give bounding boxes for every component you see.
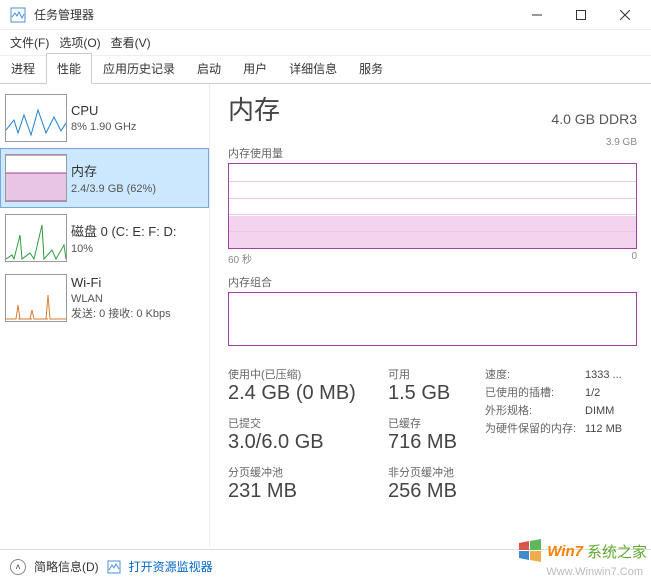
stat-label: 可用: [388, 366, 483, 382]
stat-label: 已提交: [228, 415, 388, 431]
stat-label: 已缓存: [388, 415, 483, 431]
tab-性能[interactable]: 性能: [46, 53, 92, 84]
sidebar-item-CPU[interactable]: CPU 8% 1.90 GHz: [0, 88, 209, 148]
memory-spec: 4.0 GB DDR3: [551, 111, 637, 127]
sidebar-item-title: 内存: [71, 161, 156, 180]
memory-composition-chart: [228, 292, 637, 346]
sidebar-item-sub: 2.4/3.9 GB (62%): [71, 183, 156, 195]
page-title: 内存: [228, 90, 280, 127]
sidebar-item-title: CPU: [71, 103, 136, 118]
sidebar-item-sub: 10%: [71, 243, 176, 255]
sidebar-item-sub2: 发送: 0 接收: 0 Kbps: [71, 305, 171, 321]
axis-left: 60 秒: [228, 251, 252, 266]
menu-view[interactable]: 查看(V): [111, 34, 151, 51]
memory-usage-chart: [228, 163, 637, 249]
minimize-button[interactable]: [515, 1, 559, 29]
stat-label: 非分页缓冲池: [388, 464, 483, 480]
usage-max: 3.9 GB: [606, 137, 637, 161]
sidebar-item-sub: WLAN: [71, 293, 171, 305]
kv-val: DIMM: [585, 402, 614, 420]
tab-进程[interactable]: 进程: [0, 53, 46, 83]
stat-label: 分页缓冲池: [228, 464, 388, 480]
close-button[interactable]: [603, 1, 647, 29]
kv-key: 速度:: [485, 366, 585, 384]
kv-key: 为硬件保留的内存:: [485, 420, 585, 438]
thumb-chart: [5, 154, 67, 202]
menu-options[interactable]: 选项(O): [59, 34, 100, 51]
kv-val: 1/2: [585, 384, 600, 402]
kv-key: 已使用的插槽:: [485, 384, 585, 402]
chevron-up-icon[interactable]: ˄: [10, 559, 26, 575]
watermark: Win7系统之家: [517, 539, 647, 563]
tab-详细信息[interactable]: 详细信息: [278, 53, 348, 83]
kv-key: 外形规格:: [485, 402, 585, 420]
composition-label: 内存组合: [228, 274, 637, 290]
stat-label: 使用中(已压缩): [228, 366, 388, 382]
thumb-chart: [5, 94, 67, 142]
axis-right: 0: [631, 251, 637, 266]
maximize-button[interactable]: [559, 1, 603, 29]
tab-启动[interactable]: 启动: [186, 53, 232, 83]
app-icon: [10, 7, 26, 23]
brief-info-button[interactable]: 简略信息(D): [34, 558, 99, 575]
open-resource-monitor-link[interactable]: 打开资源监视器: [129, 558, 213, 575]
kv-val: 112 MB: [585, 420, 622, 438]
tab-用户[interactable]: 用户: [232, 53, 278, 83]
tab-服务[interactable]: 服务: [348, 53, 394, 83]
stat-value: 231 MB: [228, 480, 388, 503]
sidebar-item-内存[interactable]: 内存 2.4/3.9 GB (62%): [0, 148, 209, 208]
sidebar-item-磁盘 0 (C: E: F: D:[interactable]: 磁盘 0 (C: E: F: D:10%: [0, 208, 209, 268]
sidebar-item-Wi-Fi[interactable]: Wi-Fi WLAN发送: 0 接收: 0 Kbps: [0, 268, 209, 328]
sidebar-item-title: 磁盘 0 (C: E: F: D:: [71, 221, 176, 240]
stat-value: 716 MB: [388, 431, 483, 454]
resource-monitor-icon: [107, 560, 121, 574]
sidebar-item-sub: 8% 1.90 GHz: [71, 121, 136, 133]
window-title: 任务管理器: [34, 6, 94, 23]
stat-value: 256 MB: [388, 480, 483, 503]
menu-file[interactable]: 文件(F): [10, 34, 49, 51]
kv-val: 1333 ...: [585, 366, 622, 384]
thumb-chart: [5, 274, 67, 322]
stat-value: 1.5 GB: [388, 382, 483, 405]
watermark-url: Www.Winwin7.Com: [546, 566, 643, 578]
usage-label: 内存使用量: [228, 145, 283, 161]
tab-应用历史记录[interactable]: 应用历史记录: [92, 53, 186, 83]
stat-value: 2.4 GB (0 MB): [228, 382, 388, 405]
stat-value: 3.0/6.0 GB: [228, 431, 388, 454]
thumb-chart: [5, 214, 67, 262]
sidebar-item-title: Wi-Fi: [71, 275, 171, 290]
